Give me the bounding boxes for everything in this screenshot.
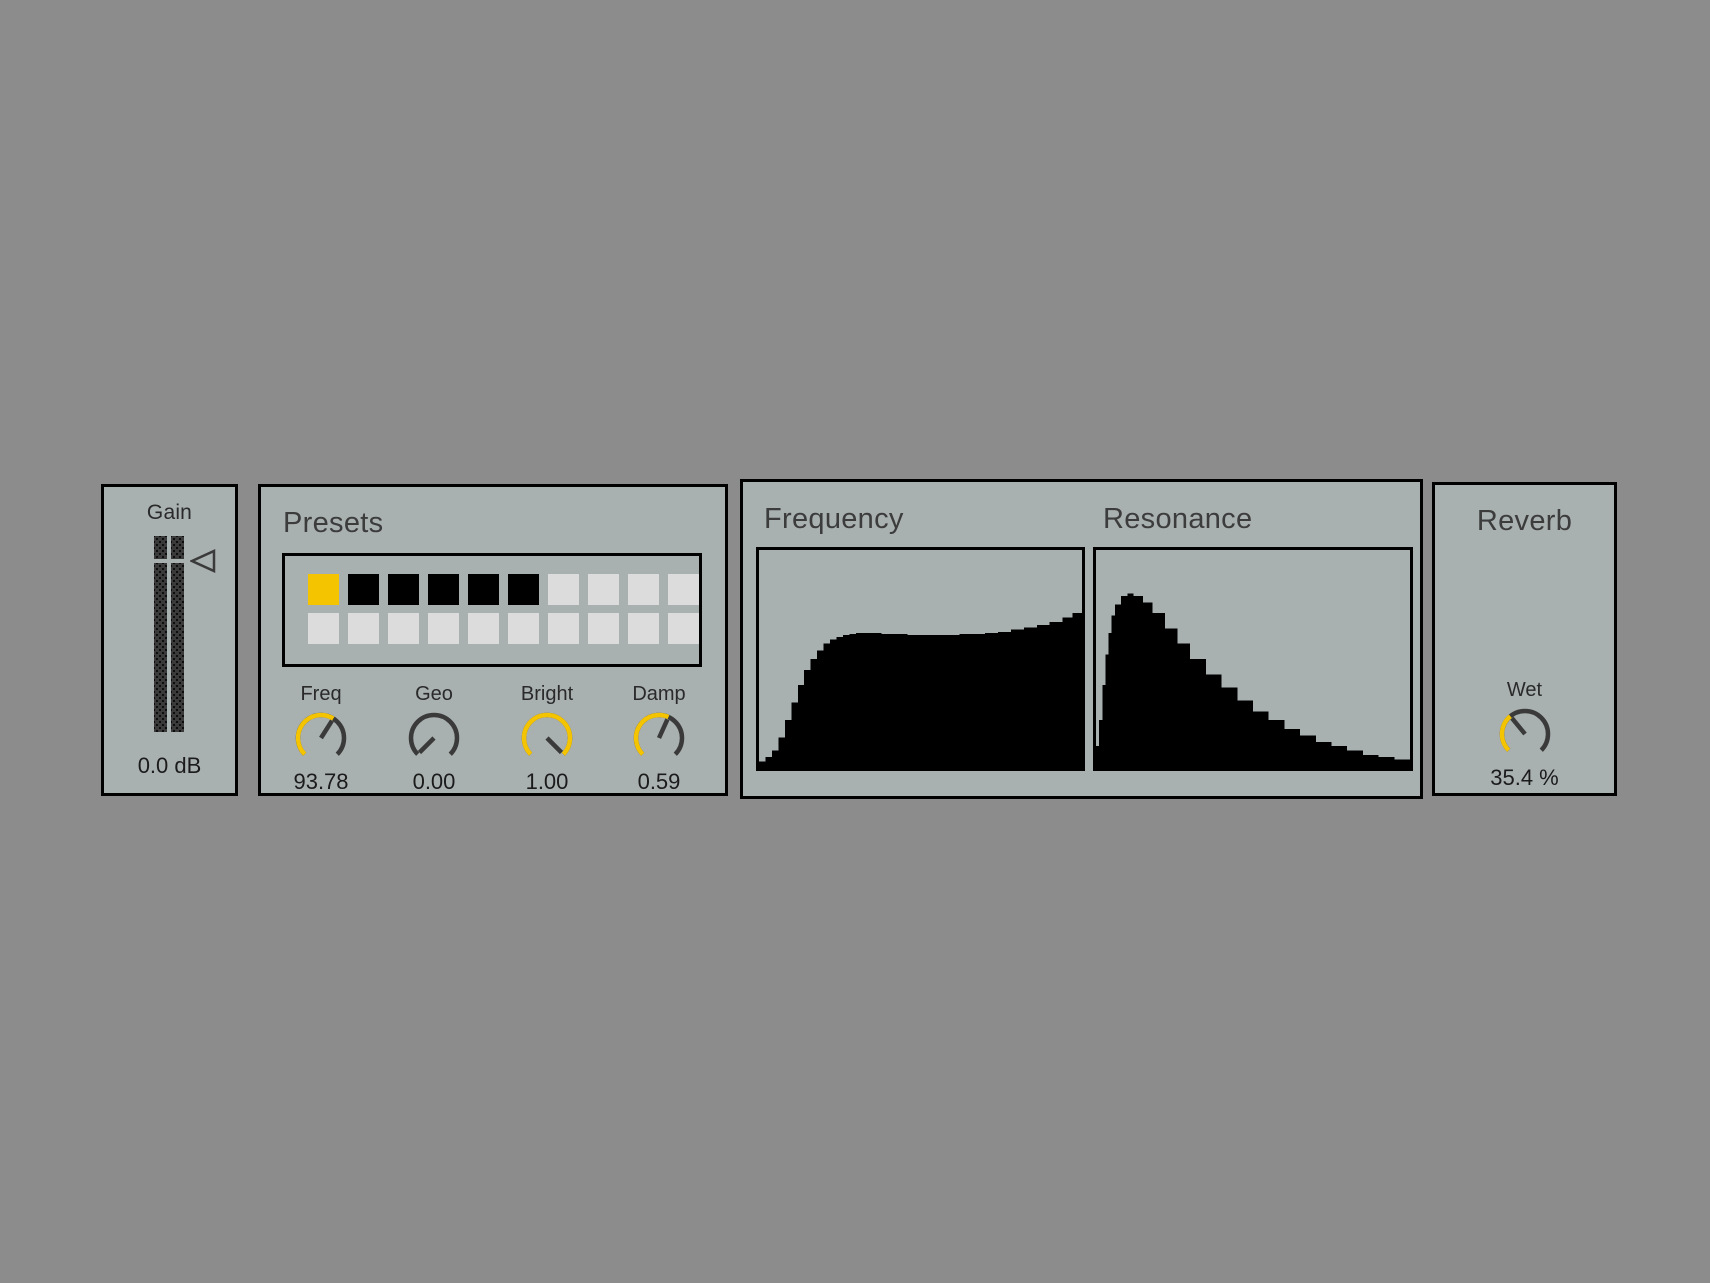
preset-cell-1-6[interactable] <box>548 613 579 644</box>
preset-cell-0-0[interactable] <box>308 574 339 605</box>
gain-value: 0.0 dB <box>137 753 202 778</box>
knob-geo-dial[interactable] <box>392 707 476 769</box>
knob-wet-label: Wet <box>1506 679 1543 701</box>
reverb-title: Reverb <box>1476 505 1573 537</box>
preset-cell-0-9[interactable] <box>668 574 699 605</box>
gain-meter-bar-left <box>153 536 167 732</box>
preset-cell-0-5[interactable] <box>508 574 539 605</box>
knob-geo-value: 0.00 <box>412 769 456 794</box>
preset-cell-1-5[interactable] <box>508 613 539 644</box>
preset-cell-0-6[interactable] <box>548 574 579 605</box>
preset-cell-1-3[interactable] <box>428 613 459 644</box>
presets-title: Presets <box>283 507 384 539</box>
knob-geo-label: Geo <box>415 683 453 705</box>
preset-cell-0-8[interactable] <box>628 574 659 605</box>
reverb-panel: Reverb Wet 35.4 % <box>1432 482 1617 796</box>
knob-damp-label: Damp <box>632 683 686 705</box>
knob-wet-dial[interactable] <box>1483 703 1567 765</box>
knob-bright-value: 1.00 <box>525 769 569 794</box>
gain-label: Gain <box>146 501 193 524</box>
preset-cell-1-0[interactable] <box>308 613 339 644</box>
knob-bright-label: Bright <box>520 683 574 705</box>
gain-panel: Gain 0.0 dB <box>101 484 238 796</box>
knob-damp[interactable]: Damp 0.59 <box>617 683 701 794</box>
knob-freq-value: 93.78 <box>293 769 349 794</box>
frequency-title: Frequency <box>764 503 904 535</box>
preset-row <box>308 574 699 605</box>
preset-row <box>308 613 699 644</box>
resonance-graph[interactable] <box>1093 547 1413 771</box>
knob-wet[interactable]: Wet 35.4 % <box>1483 679 1567 790</box>
preset-cell-1-4[interactable] <box>468 613 499 644</box>
resonance-graph-svg <box>1096 593 1410 768</box>
knob-damp-dial[interactable] <box>617 707 701 769</box>
plugin-window: Gain 0.0 dB Presets Freq 93.78 Geo 0.00 … <box>0 0 1710 1283</box>
preset-cell-0-1[interactable] <box>348 574 379 605</box>
preset-cell-0-7[interactable] <box>588 574 619 605</box>
knob-geo[interactable]: Geo 0.00 <box>392 683 476 794</box>
knob-bright[interactable]: Bright 1.00 <box>505 683 589 794</box>
preset-cell-0-4[interactable] <box>468 574 499 605</box>
knob-freq-dial[interactable] <box>279 707 363 769</box>
knob-freq[interactable]: Freq 93.78 <box>279 683 363 794</box>
knob-bright-dial[interactable] <box>505 707 589 769</box>
preset-cell-0-3[interactable] <box>428 574 459 605</box>
knob-freq-label: Freq <box>300 683 342 705</box>
preset-rows <box>308 574 699 644</box>
knob-damp-value: 0.59 <box>637 769 681 794</box>
gain-meter-bar-right <box>170 536 184 732</box>
graphs-panel: Frequency Resonance <box>740 479 1423 799</box>
frequency-graph-svg <box>759 611 1082 768</box>
resonance-title: Resonance <box>1103 503 1253 535</box>
presets-panel: Presets Freq 93.78 Geo 0.00 Bright 1.00 … <box>258 484 728 796</box>
preset-cell-0-2[interactable] <box>388 574 419 605</box>
frequency-graph[interactable] <box>756 547 1085 771</box>
preset-cell-1-8[interactable] <box>628 613 659 644</box>
gain-meter-gap <box>151 559 188 563</box>
gain-meter[interactable] <box>151 536 215 732</box>
preset-cell-1-1[interactable] <box>348 613 379 644</box>
preset-cell-1-7[interactable] <box>588 613 619 644</box>
preset-cell-1-2[interactable] <box>388 613 419 644</box>
knob-wet-value: 35.4 % <box>1490 765 1559 790</box>
preset-grid <box>282 553 702 667</box>
preset-cell-1-9[interactable] <box>668 613 699 644</box>
